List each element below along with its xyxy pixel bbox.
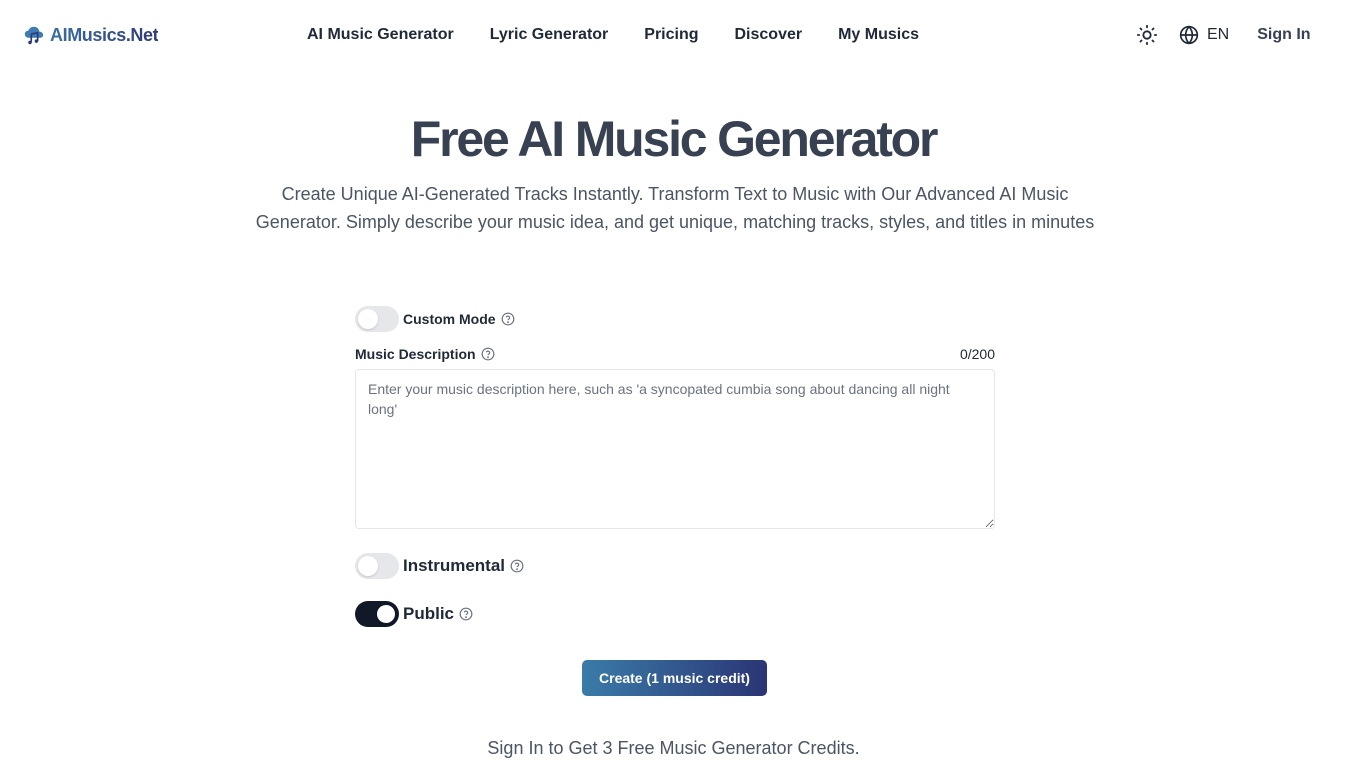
question-circle-icon[interactable] [510, 559, 524, 573]
toggle-knob [376, 604, 396, 624]
music-generator-form: Custom Mode Music Description 0/200 Inst… [355, 306, 995, 627]
nav-lyric-generator[interactable]: Lyric Generator [490, 26, 609, 44]
description-header: Music Description 0/200 [355, 346, 995, 362]
brand-logo[interactable]: AIMusics.Net [23, 24, 159, 46]
theme-toggle-button[interactable] [1136, 24, 1158, 46]
instrumental-row: Instrumental [355, 553, 995, 579]
language-selector[interactable]: EN [1179, 25, 1229, 45]
main-nav: AI Music Generator Lyric Generator Prici… [307, 26, 919, 44]
site-header: AIMusics.Net AI Music Generator Lyric Ge… [0, 0, 1347, 72]
question-circle-icon[interactable] [481, 347, 495, 361]
cloud-music-note-icon [23, 24, 45, 46]
custom-mode-toggle[interactable] [355, 306, 399, 332]
header-actions: EN Sign In [1136, 24, 1311, 46]
public-label: Public [403, 604, 455, 623]
toggle-knob [358, 556, 378, 576]
page-subtitle: Create Unique AI-Generated Tracks Instan… [255, 184, 1095, 232]
public-row: Public [355, 601, 995, 627]
character-counter: 0/200 [959, 346, 995, 362]
sign-in-link[interactable]: Sign In [1257, 26, 1310, 44]
question-circle-icon[interactable] [501, 312, 515, 326]
sun-icon [1136, 24, 1158, 46]
custom-mode-label: Custom Mode [403, 311, 496, 327]
question-circle-icon[interactable] [459, 607, 473, 621]
create-button[interactable]: Create (1 music credit) [582, 660, 767, 696]
custom-mode-row: Custom Mode [355, 306, 995, 332]
music-description-label: Music Description [355, 346, 476, 362]
brand-name: AIMusics.Net [50, 24, 159, 45]
sign-in-credits-note: Sign In to Get 3 Free Music Generator Cr… [487, 738, 860, 758]
nav-my-musics[interactable]: My Musics [838, 26, 919, 44]
instrumental-label: Instrumental [403, 556, 506, 575]
page-title: Free AI Music Generator [410, 111, 939, 167]
public-toggle[interactable] [355, 601, 399, 627]
nav-discover[interactable]: Discover [735, 26, 803, 44]
toggle-knob [358, 309, 378, 329]
globe-icon [1179, 25, 1199, 45]
music-description-input[interactable] [355, 369, 995, 529]
instrumental-toggle[interactable] [355, 553, 399, 579]
language-label: EN [1207, 26, 1230, 43]
nav-ai-music-generator[interactable]: AI Music Generator [307, 26, 454, 44]
nav-pricing[interactable]: Pricing [644, 26, 698, 44]
